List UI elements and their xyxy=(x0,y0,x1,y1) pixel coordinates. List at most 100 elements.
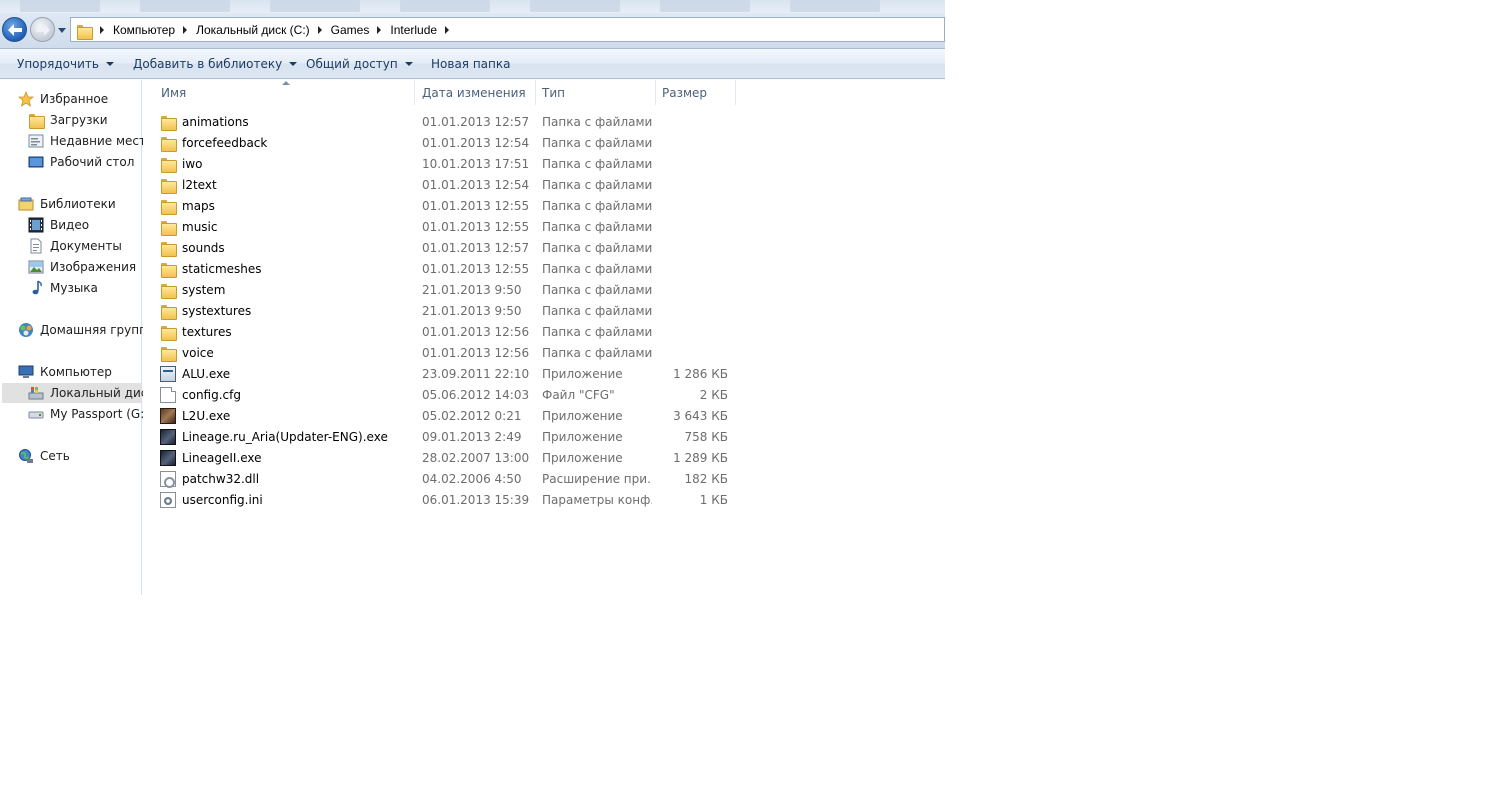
file-row[interactable]: userconfig.ini 06.01.2013 15:39 Параметры … xyxy=(143,489,945,510)
folder-icon xyxy=(160,303,177,320)
file-name: Lineage.ru_Aria(Updater-ENG).exe xyxy=(182,429,388,444)
computer-icon xyxy=(18,364,34,380)
file-name: staticmeshes xyxy=(182,261,262,276)
file-row[interactable]: system 21.01.2013 9:50 Папка с файлами xyxy=(143,279,945,300)
file-type: Папка с файлами xyxy=(542,198,652,213)
file-row[interactable]: animations 01.01.2013 12:57 Папка с файлам… xyxy=(143,111,945,132)
add-to-library-label: Добавить в библиотеку xyxy=(133,56,283,71)
file-name: maps xyxy=(182,198,215,213)
breadcrumb-arrow-icon[interactable] xyxy=(377,25,382,34)
file-name-cell: music xyxy=(160,216,415,237)
address-bar[interactable]: Компьютер Локальный диск (C:) Games Inte… xyxy=(70,17,945,42)
nav-video[interactable]: Видео xyxy=(28,215,89,235)
file-row[interactable]: patchw32.dll 04.02.2006 4:50 Расширение пр… xyxy=(143,468,945,489)
file-date: 04.02.2006 4:50 xyxy=(422,471,522,486)
ghost-tab xyxy=(20,0,100,12)
organize-button[interactable]: Упорядочить xyxy=(17,49,114,78)
breadcrumb-arrow-icon[interactable] xyxy=(317,25,322,34)
file-name-cell: staticmeshes xyxy=(160,258,415,279)
file-row[interactable]: maps 01.01.2013 12:55 Папка с файлами xyxy=(143,195,945,216)
file-size xyxy=(655,237,728,258)
music-note-icon xyxy=(28,280,44,296)
nav-computer[interactable]: Компьютер xyxy=(18,362,112,382)
file-row[interactable]: ALU.exe 23.09.2011 22:10 Приложение 1 286 К… xyxy=(143,363,945,384)
file-name: textures xyxy=(182,324,232,339)
file-name: L2U.exe xyxy=(182,408,231,423)
file-row[interactable]: systextures 21.01.2013 9:50 Папка с файлам… xyxy=(143,300,945,321)
file-date: 01.01.2013 12:55 xyxy=(422,261,530,276)
file-row[interactable]: textures 01.01.2013 12:56 Папка с файлами xyxy=(143,321,945,342)
column-headers: Имя Дата изменения Тип Размер xyxy=(143,80,945,105)
file-date: 01.01.2013 12:56 xyxy=(422,324,530,339)
settings-file-icon xyxy=(160,491,176,508)
nav-music[interactable]: Музыка xyxy=(28,278,98,298)
breadcrumb-arrow-icon[interactable] xyxy=(445,25,450,34)
nav-local-disk[interactable]: Локальный диск xyxy=(2,383,155,403)
column-header-type[interactable]: Тип xyxy=(536,80,656,105)
file-type: Папка с файлами xyxy=(542,324,652,339)
file-type: Параметры конф... xyxy=(542,492,652,507)
file-type: Папка с файлами xyxy=(542,177,652,192)
new-folder-button[interactable]: Новая папка xyxy=(431,49,510,78)
new-folder-label: Новая папка xyxy=(431,56,511,71)
nav-recent-label: Недавние места xyxy=(50,134,154,148)
file-row[interactable]: sounds 01.01.2013 12:57 Папка с файлами xyxy=(143,237,945,258)
file-row[interactable]: LineageII.exe 28.02.2007 13:00 Приложение 1… xyxy=(143,447,945,468)
arrow-right-icon xyxy=(35,23,50,36)
file-size: 2 КБ xyxy=(699,387,728,402)
ghost-tab xyxy=(790,0,880,12)
breadcrumb-arrow-icon[interactable] xyxy=(183,25,188,34)
file-date: 01.01.2013 12:57 xyxy=(422,240,530,255)
forward-button[interactable] xyxy=(30,17,55,42)
column-header-date[interactable]: Дата изменения xyxy=(416,80,536,105)
video-icon xyxy=(28,217,44,233)
ghost-tab xyxy=(270,0,360,12)
nav-pictures[interactable]: Изображения xyxy=(28,257,136,277)
navigation-bar: Компьютер Локальный диск (C:) Games Inte… xyxy=(0,13,945,49)
column-header-size[interactable]: Размер xyxy=(656,80,736,105)
file-type: Файл "CFG" xyxy=(542,387,615,402)
share-button[interactable]: Общий доступ xyxy=(306,49,413,78)
nav-downloads[interactable]: Загрузки xyxy=(28,110,108,130)
file-row[interactable]: voice 01.01.2013 12:56 Папка с файлами xyxy=(143,342,945,363)
add-to-library-button[interactable]: Добавить в библиотеку xyxy=(133,49,298,78)
file-date: 01.01.2013 12:55 xyxy=(422,219,530,234)
nav-my-passport[interactable]: My Passport (G:) xyxy=(28,404,149,424)
file-name: userconfig.ini xyxy=(182,492,263,507)
file-date: 01.01.2013 12:55 xyxy=(422,198,530,213)
nav-network[interactable]: Сеть xyxy=(18,446,70,466)
file-row[interactable]: L2U.exe 05.02.2012 0:21 Приложение 3 643 КБ xyxy=(143,405,945,426)
recent-pages-button[interactable] xyxy=(56,24,68,36)
breadcrumb-computer[interactable]: Компьютер xyxy=(113,23,175,37)
file-row[interactable]: music 01.01.2013 12:55 Папка с файлами xyxy=(143,216,945,237)
file-row[interactable]: iwo 10.01.2013 17:51 Папка с файлами xyxy=(143,153,945,174)
file-size xyxy=(655,111,728,132)
file-row[interactable]: forcefeedback 01.01.2013 12:54 Папка с фай… xyxy=(143,132,945,153)
nav-music-label: Музыка xyxy=(50,281,98,295)
nav-recent-places[interactable]: Недавние места xyxy=(28,131,153,151)
file-size: 182 КБ xyxy=(684,471,728,486)
breadcrumb-interlude[interactable]: Interlude xyxy=(390,23,437,37)
nav-desktop[interactable]: Рабочий стол xyxy=(28,152,134,172)
file-size xyxy=(655,279,728,300)
file-type: Папка с файлами xyxy=(542,114,652,129)
folder-icon xyxy=(160,345,177,362)
file-size xyxy=(655,321,728,342)
breadcrumb-arrow-icon[interactable] xyxy=(100,25,104,34)
file-row[interactable]: l2text 01.01.2013 12:54 Папка с файлами xyxy=(143,174,945,195)
nav-documents[interactable]: Документы xyxy=(28,236,122,256)
file-row[interactable]: config.cfg 05.06.2012 14:03 Файл "CFG" 2 КБ xyxy=(143,384,945,405)
file-row[interactable]: Lineage.ru_Aria(Updater-ENG).exe 09.01.20… xyxy=(143,426,945,447)
file-size: 3 643 КБ xyxy=(673,408,728,423)
file-row[interactable]: staticmeshes 01.01.2013 12:55 Папка с файл… xyxy=(143,258,945,279)
removable-drive-icon xyxy=(28,406,44,422)
nav-libraries[interactable]: Библиотеки xyxy=(18,194,116,214)
nav-favorites[interactable]: Избранное xyxy=(18,89,108,109)
breadcrumb-games[interactable]: Games xyxy=(331,23,370,37)
breadcrumb-local-disk[interactable]: Локальный диск (C:) xyxy=(196,23,310,37)
nav-homegroup[interactable]: Домашняя группа xyxy=(18,320,154,340)
column-header-name[interactable]: Имя xyxy=(155,80,415,105)
file-date: 23.09.2011 22:10 xyxy=(422,366,530,381)
file-date: 05.06.2012 14:03 xyxy=(422,387,530,402)
back-button[interactable] xyxy=(2,17,27,42)
